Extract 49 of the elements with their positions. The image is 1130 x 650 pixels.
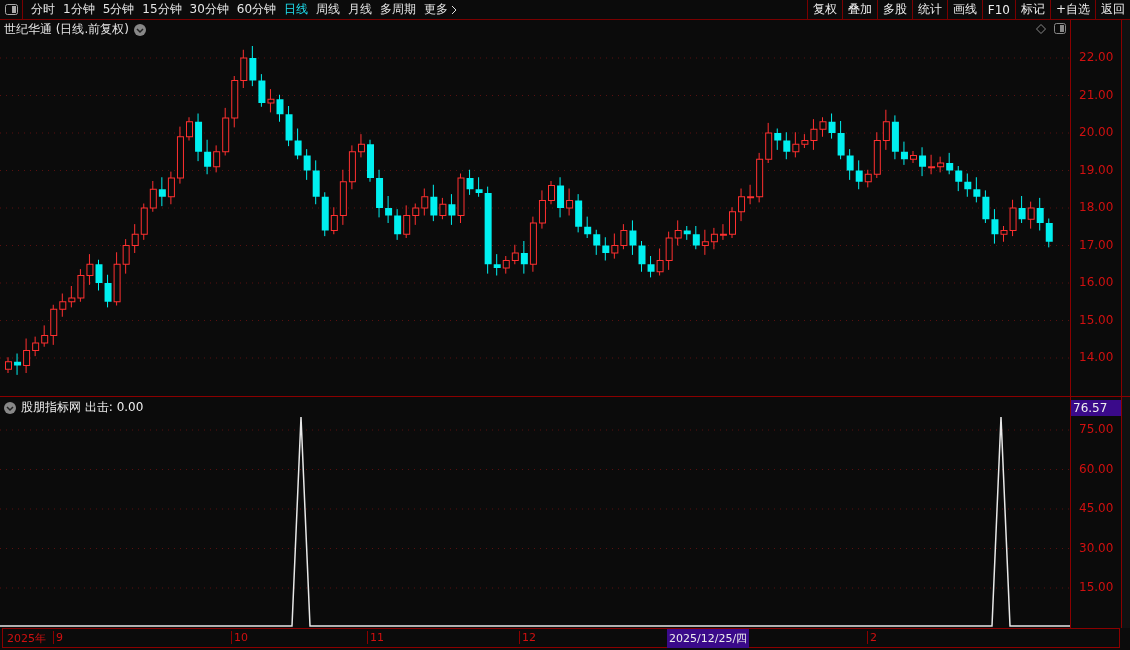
toolbar-button[interactable]: F10 (981, 0, 1015, 19)
period-tab[interactable]: 周线 (312, 0, 345, 19)
toolbar-button[interactable]: 叠加 (841, 0, 877, 19)
dropdown-icon[interactable] (4, 401, 16, 414)
date-axis-label: 9 (53, 631, 63, 644)
stock-title: 世纪华通 (日线.前复权) (4, 21, 129, 38)
price-tick-label: 21.00 (1079, 87, 1114, 102)
period-tab[interactable]: 多周期 (376, 0, 421, 19)
indicator-tick-label: 15.00 (1079, 580, 1114, 594)
period-tab[interactable]: 15分钟 (138, 0, 186, 19)
toolbar-button[interactable]: 统计 (911, 0, 947, 19)
period-tab[interactable]: 分时 (27, 0, 59, 19)
price-tick-label: 16.00 (1079, 275, 1114, 289)
date-axis-label: 10 (231, 631, 248, 644)
toolbar-button[interactable]: 标记 (1014, 0, 1050, 19)
indicator-title: 股朋指标网 出击: 0.00 (21, 399, 144, 416)
indicator-tick-label: 30.00 (1079, 540, 1114, 555)
indicator-tick-label: 45.00 (1079, 501, 1114, 515)
period-tab[interactable]: 30分钟 (185, 0, 233, 19)
toolbar-button[interactable]: 画线 (946, 0, 982, 19)
period-tab[interactable]: 5分钟 (98, 0, 139, 19)
price-tick-label: 19.00 (1079, 162, 1114, 177)
price-tick-label: 18.00 (1079, 200, 1114, 214)
price-tick-label: 17.00 (1079, 237, 1114, 252)
price-tick-label: 20.00 (1079, 125, 1114, 139)
price-tick-label: 15.00 (1079, 312, 1114, 327)
chevron-right-icon (451, 4, 458, 15)
price-tick-label: 22.00 (1079, 50, 1114, 64)
period-tab[interactable]: 60分钟 (232, 0, 281, 19)
date-axis-label: 2025年 (6, 631, 46, 646)
date-axis-label: 2 (867, 631, 877, 644)
period-tab[interactable]: 日线 (280, 0, 313, 19)
toolbar-button[interactable]: 多股 (876, 0, 912, 19)
date-axis-label: 11 (367, 631, 384, 644)
more-button[interactable]: 更多 (420, 1, 462, 18)
current-value-label: 76.57 (1071, 400, 1121, 416)
price-tick-label: 14.00 (1079, 350, 1114, 364)
period-tab[interactable]: 月线 (344, 0, 377, 19)
toolbar-button[interactable]: 返回 (1095, 0, 1130, 19)
dropdown-icon[interactable] (134, 23, 146, 36)
panel-toggle-icon[interactable] (1054, 23, 1066, 34)
toolbar-button[interactable]: 复权 (806, 0, 842, 19)
toolbar-button[interactable]: +自选 (1049, 0, 1095, 19)
indicator-tick-label: 75.00 (1079, 422, 1114, 436)
date-axis-label: 12 (519, 631, 536, 644)
panel-toggle-icon[interactable] (4, 4, 18, 15)
period-tab[interactable]: 1分钟 (59, 0, 99, 19)
date-axis-label: 2025/12/25/四 (667, 629, 750, 648)
indicator-tick-label: 60.00 (1079, 461, 1114, 476)
